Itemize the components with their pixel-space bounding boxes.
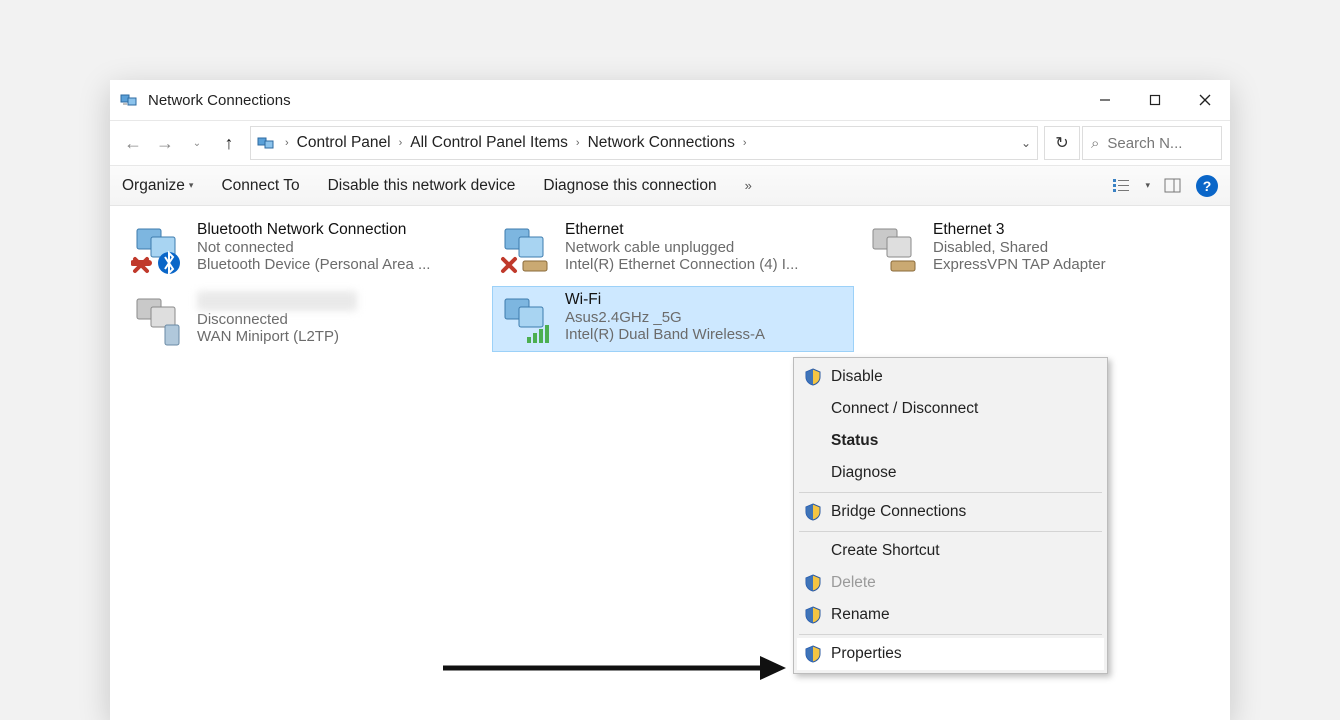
breadcrumb-item[interactable]: Network Connections <box>588 134 735 152</box>
ctx-disable[interactable]: Disable <box>797 361 1104 393</box>
connection-device: ExpressVPN TAP Adapter <box>933 256 1215 273</box>
network-icon <box>499 221 555 277</box>
chevron-right-icon[interactable]: › <box>576 137 580 149</box>
search-placeholder: Search N... <box>1107 135 1182 152</box>
annotation-arrow <box>438 648 788 688</box>
connection-name: Bluetooth Network Connection <box>197 221 479 239</box>
titlebar: Network Connections <box>110 80 1230 120</box>
recent-dropdown[interactable]: ⌄ <box>182 128 212 158</box>
shield-icon <box>803 573 823 593</box>
connection-item-ethernet3[interactable]: Ethernet 3 Disabled, Shared ExpressVPN T… <box>860 216 1222 282</box>
organize-menu[interactable]: Organize▾ <box>122 177 193 195</box>
chevron-right-icon[interactable]: › <box>399 137 403 149</box>
location-icon <box>257 135 277 151</box>
ctx-rename[interactable]: Rename <box>797 599 1104 631</box>
network-icon <box>867 221 923 277</box>
separator <box>799 634 1102 635</box>
connection-status: Asus2.4GHz _5G <box>565 309 847 326</box>
chevron-right-icon[interactable]: › <box>285 137 289 149</box>
app-icon <box>120 92 140 108</box>
overflow-button[interactable]: » <box>745 178 752 193</box>
maximize-button[interactable] <box>1130 80 1180 120</box>
connection-name: Ethernet 3 <box>933 221 1215 239</box>
chevron-right-icon[interactable]: › <box>743 137 747 149</box>
separator <box>799 531 1102 532</box>
ctx-properties[interactable]: Properties <box>797 638 1104 670</box>
connection-status: Disconnected <box>197 311 479 328</box>
preview-pane-button[interactable] <box>1164 178 1182 194</box>
command-bar: Organize▾ Connect To Disable this networ… <box>110 166 1230 206</box>
connection-status: Disabled, Shared <box>933 239 1215 256</box>
content-area: Bluetooth Network Connection Not connect… <box>110 206 1230 362</box>
shield-icon <box>803 502 823 522</box>
network-icon <box>131 221 187 277</box>
back-button[interactable]: ← <box>118 128 148 158</box>
close-button[interactable] <box>1180 80 1230 120</box>
connection-item-ethernet[interactable]: Ethernet Network cable unplugged Intel(R… <box>492 216 854 282</box>
disable-device-button[interactable]: Disable this network device <box>328 177 516 195</box>
connection-device: Intel(R) Ethernet Connection (4) I... <box>565 256 847 273</box>
connection-status: Network cable unplugged <box>565 239 847 256</box>
connection-name: Wi-Fi <box>565 291 847 309</box>
address-bar[interactable]: › Control Panel › All Control Panel Item… <box>250 126 1038 160</box>
refresh-button[interactable]: ↻ <box>1044 126 1080 160</box>
network-icon <box>131 291 187 347</box>
chevron-down-icon[interactable]: ⌄ <box>1021 136 1031 150</box>
shield-icon <box>803 367 823 387</box>
forward-button[interactable]: → <box>150 128 180 158</box>
connection-name: Ethernet <box>565 221 847 239</box>
connection-device: Intel(R) Dual Band Wireless-A <box>565 326 847 343</box>
context-menu: Disable Connect / Disconnect Status Diag… <box>793 357 1108 674</box>
shield-icon <box>803 644 823 664</box>
connection-item-wan[interactable]: Disconnected WAN Miniport (L2TP) <box>124 286 486 352</box>
ctx-status[interactable]: Status <box>797 425 1104 457</box>
view-options-button[interactable] <box>1113 178 1131 194</box>
search-icon: ⌕ <box>1091 135 1099 152</box>
search-box[interactable]: ⌕ Search N... <box>1082 126 1222 160</box>
connection-device: WAN Miniport (L2TP) <box>197 328 479 345</box>
ctx-delete: Delete <box>797 567 1104 599</box>
breadcrumb-item[interactable]: Control Panel <box>297 134 391 152</box>
shield-icon <box>803 605 823 625</box>
ctx-diagnose[interactable]: Diagnose <box>797 457 1104 489</box>
connection-name <box>197 291 357 311</box>
help-button[interactable]: ? <box>1196 175 1218 197</box>
connect-to-button[interactable]: Connect To <box>221 177 299 195</box>
minimize-button[interactable] <box>1080 80 1130 120</box>
separator <box>799 492 1102 493</box>
view-dropdown-caret[interactable]: ▾ <box>1145 180 1150 191</box>
window-title: Network Connections <box>148 92 291 109</box>
connection-item-bluetooth[interactable]: Bluetooth Network Connection Not connect… <box>124 216 486 282</box>
connection-status: Not connected <box>197 239 479 256</box>
ctx-bridge[interactable]: Bridge Connections <box>797 496 1104 528</box>
connection-item-wifi[interactable]: Wi-Fi Asus2.4GHz _5G Intel(R) Dual Band … <box>492 286 854 352</box>
ctx-create-shortcut[interactable]: Create Shortcut <box>797 535 1104 567</box>
breadcrumb-item[interactable]: All Control Panel Items <box>410 134 568 152</box>
network-icon <box>499 291 555 347</box>
up-button[interactable]: ↑ <box>214 128 244 158</box>
diagnose-button[interactable]: Diagnose this connection <box>543 177 716 195</box>
ctx-connect-disconnect[interactable]: Connect / Disconnect <box>797 393 1104 425</box>
connection-device: Bluetooth Device (Personal Area ... <box>197 256 479 273</box>
navigation-bar: ← → ⌄ ↑ › Control Panel › All Control Pa… <box>110 120 1230 166</box>
